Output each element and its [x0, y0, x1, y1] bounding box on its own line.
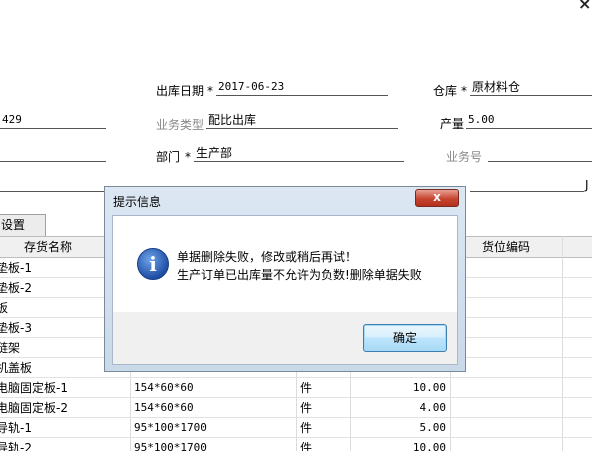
output-field[interactable]: 5.00: [466, 113, 592, 129]
header-item-name[interactable]: 存货名称: [24, 237, 72, 258]
cell-spec: 95*100*1700: [134, 421, 207, 434]
message-line-2: 生产订单已出库量不允许为负数!删除单据失败: [177, 268, 422, 282]
cell-item-name: 垫板-2: [0, 281, 32, 295]
table-row[interactable]: 电脑固定板-1 154*60*60 件 10.00: [0, 378, 592, 398]
tab-settings[interactable]: 设置: [0, 214, 46, 236]
dept-field[interactable]: 生产部: [194, 146, 404, 162]
dept-label: 部门: [156, 150, 181, 164]
edge-clipped-label: J: [585, 178, 589, 192]
code-field[interactable]: 429: [0, 113, 106, 129]
cell-unit: 件: [300, 421, 313, 435]
cell-item-name: 板: [0, 301, 9, 315]
left-field-3[interactable]: [0, 146, 106, 162]
remark-field[interactable]: [470, 176, 584, 192]
cell-spec: 154*60*60: [134, 401, 194, 414]
warehouse-required-mark: *: [461, 84, 467, 98]
message-line-1: 单据删除失败，修改或稍后再试！: [177, 250, 358, 264]
output-label: 产量: [440, 117, 465, 131]
cell-unit: 件: [300, 381, 313, 395]
window-close-icon[interactable]: ×: [578, 0, 591, 13]
cell-item-name: 链架: [0, 341, 21, 355]
cell-item-name: 导轨-1: [0, 421, 32, 435]
date-field[interactable]: 2017-06-23: [216, 80, 388, 96]
info-icon: i: [137, 248, 169, 280]
bizno-label: 业务号: [446, 150, 483, 164]
warehouse-field[interactable]: 原材料仓: [470, 80, 592, 96]
dept-required-mark: *: [185, 150, 191, 164]
table-row[interactable]: 导轨-2 95*100*1700 件 10.00: [0, 438, 592, 451]
cell-quantity: 10.00: [412, 381, 446, 394]
dialog-close-button[interactable]: x: [415, 189, 459, 207]
ok-button[interactable]: 确定: [363, 324, 447, 352]
cell-item-name: 垫板-3: [0, 321, 32, 335]
dialog-content: i 单据删除失败，修改或稍后再试！ 生产订单已出库量不允许为负数!删除单据失败: [113, 216, 457, 312]
dialog-title: 提示信息: [113, 195, 162, 209]
date-required-mark: *: [207, 84, 213, 98]
cell-item-name: 电脑固定板-1: [0, 381, 68, 395]
left-field-4[interactable]: [0, 176, 106, 192]
biztype-label: 业务类型: [156, 118, 205, 132]
cell-quantity: 4.00: [419, 401, 447, 414]
cell-item-name: 机盖板: [0, 361, 33, 375]
cell-quantity: 10.00: [412, 441, 446, 451]
cell-unit: 件: [300, 441, 313, 451]
biztype-field[interactable]: 配比出库: [206, 113, 398, 129]
cell-unit: 件: [300, 401, 313, 415]
cell-item-name: 导轨-2: [0, 441, 32, 451]
date-label: 出库日期: [156, 84, 205, 98]
cell-quantity: 5.00: [419, 421, 447, 434]
dialog-frame: 提示信息 x i 单据删除失败，修改或稍后再试！ 生产订单已出库量不允许为负数!…: [105, 187, 465, 371]
dialog-body: i 单据删除失败，修改或稍后再试！ 生产订单已出库量不允许为负数!删除单据失败 …: [112, 215, 458, 365]
warehouse-label: 仓库: [433, 84, 458, 98]
header-location-code[interactable]: 货位编码: [482, 237, 530, 258]
cell-item-name: 垫板-1: [0, 261, 32, 275]
cell-spec: 154*60*60: [134, 381, 194, 394]
cell-spec: 95*100*1700: [134, 441, 207, 451]
table-row[interactable]: 电脑固定板-2 154*60*60 件 4.00: [0, 398, 592, 418]
message-dialog: 提示信息 x i 单据删除失败，修改或稍后再试！ 生产订单已出库量不允许为负数!…: [104, 186, 466, 372]
table-row[interactable]: 导轨-1 95*100*1700 件 5.00: [0, 418, 592, 438]
bizno-field[interactable]: [488, 146, 592, 162]
cell-item-name: 电脑固定板-2: [0, 401, 68, 415]
